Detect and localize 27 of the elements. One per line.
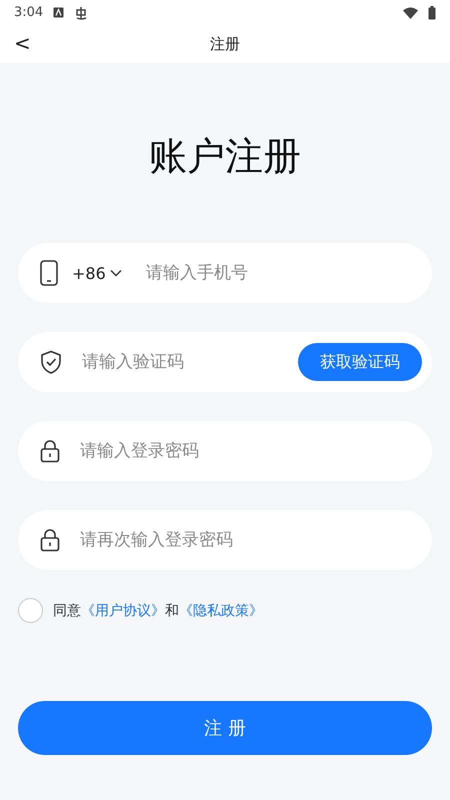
status-time: 3:04: [14, 5, 44, 20]
password-input[interactable]: 请输入登录密码: [78, 440, 422, 462]
code-field[interactable]: 请输入验证码 获取验证码: [18, 332, 432, 392]
password-field[interactable]: 请输入登录密码: [18, 421, 432, 481]
heading: 账户注册: [149, 133, 301, 180]
phone-icon: [40, 260, 58, 286]
back-button[interactable]: <: [10, 31, 35, 55]
lock-icon: [40, 439, 60, 463]
code-input[interactable]: 请输入验证码: [80, 351, 284, 373]
wifi-icon: [403, 6, 418, 18]
page-title: 注册: [210, 34, 240, 54]
agreement-text: 同意《用户协议》和《隐私政策》: [53, 602, 263, 620]
agree-checkbox[interactable]: [18, 598, 43, 623]
phone-field[interactable]: +86 请输入手机号: [18, 243, 432, 303]
get-code-button[interactable]: 获取验证码: [298, 343, 422, 381]
country-code-select[interactable]: +86: [72, 264, 122, 282]
password-field[interactable]: 请再次输入登录密码: [18, 510, 432, 570]
battery-icon: [428, 6, 436, 20]
chevron-down-icon: [110, 269, 122, 277]
shield-check-icon: [40, 350, 62, 374]
phone-input[interactable]: 请输入手机号: [144, 262, 422, 284]
lock-icon: [40, 528, 60, 552]
password-input[interactable]: 请再次输入登录密码: [78, 529, 422, 551]
notification-icon: [53, 7, 64, 18]
privacy-policy-link[interactable]: 《隐私政策》: [179, 602, 263, 618]
register-button[interactable]: 注 册: [18, 701, 432, 755]
user-agreement-link[interactable]: 《用户协议》: [81, 602, 165, 618]
